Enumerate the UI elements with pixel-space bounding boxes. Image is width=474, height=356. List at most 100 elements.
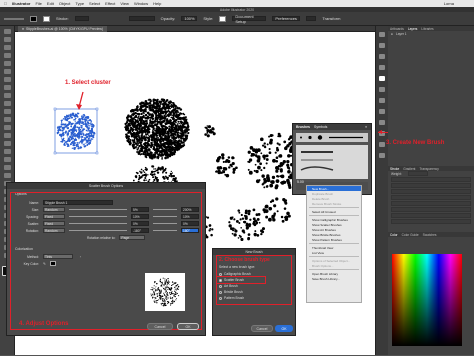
- menu-type[interactable]: Type: [75, 1, 84, 6]
- document-tab[interactable]: × StippleBrushes.ai @ 100% (CMYK/GPU Prev…: [18, 25, 108, 32]
- tab-transparency[interactable]: Transparency: [419, 167, 438, 171]
- pencil-tool-icon[interactable]: [3, 117, 11, 122]
- brush-dot[interactable]: [300, 136, 302, 139]
- rectangle-tool-icon[interactable]: [3, 93, 11, 98]
- menu-window[interactable]: Window: [134, 1, 148, 6]
- curvature-tool-icon[interactable]: [3, 69, 11, 74]
- eye-icon[interactable]: ●: [391, 32, 393, 36]
- shaper-tool-icon[interactable]: [3, 109, 11, 114]
- menu-select-all-unused[interactable]: Select All Unused: [307, 209, 361, 214]
- libraries-icon[interactable]: [379, 43, 385, 48]
- layers-icon[interactable]: [379, 153, 385, 158]
- stroke-option-row[interactable]: [391, 189, 471, 194]
- tab-swatches[interactable]: Swatches: [423, 233, 437, 237]
- lasso-tool-icon[interactable]: [3, 53, 11, 58]
- color-spectrum-picker[interactable]: [392, 254, 462, 346]
- align-icon[interactable]: [306, 16, 317, 21]
- stroke-option-row[interactable]: [391, 201, 471, 206]
- document-setup-button[interactable]: Document Setup: [232, 14, 267, 24]
- close-tab-icon[interactable]: ×: [22, 27, 24, 31]
- ok-button[interactable]: OK: [275, 325, 293, 332]
- stroke-option-row[interactable]: [391, 195, 471, 200]
- scale-tool-icon[interactable]: [3, 141, 11, 146]
- menu-remove-brush-stroke[interactable]: Remove Brush Stroke: [307, 201, 361, 206]
- app-menu[interactable]: Illustrator: [12, 1, 30, 6]
- stroke-option-row[interactable]: [391, 219, 471, 224]
- shape-builder-tool-icon[interactable]: [3, 165, 11, 170]
- tab-symbols[interactable]: Symbols: [314, 125, 327, 129]
- menu-file[interactable]: File: [35, 1, 41, 6]
- line-tool-icon[interactable]: [3, 85, 11, 90]
- apple-icon[interactable]: : [4, 1, 7, 6]
- spacing-max-slider[interactable]: [153, 216, 177, 217]
- tab-stroke[interactable]: Stroke: [390, 167, 399, 171]
- eraser-tool-icon[interactable]: [3, 125, 11, 130]
- brush-dot[interactable]: [317, 135, 323, 140]
- menu-object[interactable]: Object: [59, 1, 71, 6]
- size-min-slider[interactable]: [69, 209, 127, 210]
- user-menu[interactable]: Lorna: [444, 1, 454, 6]
- stroke-icon[interactable]: [379, 98, 385, 103]
- brush-dot[interactable]: [308, 135, 312, 140]
- selection-handle[interactable]: [53, 107, 57, 111]
- pen-tool-icon[interactable]: [3, 61, 11, 66]
- free-transform-tool-icon[interactable]: [3, 157, 11, 162]
- panel-menu-icon[interactable]: ≡: [365, 125, 367, 129]
- magic-wand-tool-icon[interactable]: [3, 45, 11, 50]
- menu-show-pattern[interactable]: Show Pattern Brushes: [307, 237, 361, 242]
- menu-save-brush-library[interactable]: Save Brush Library...: [307, 276, 361, 281]
- menu-view[interactable]: View: [120, 1, 129, 6]
- stroke-swatch[interactable]: [43, 15, 50, 22]
- graphic-style-swatch[interactable]: [219, 15, 227, 22]
- swatches-icon[interactable]: [379, 65, 385, 70]
- brushes-icon[interactable]: [379, 76, 385, 81]
- gradient-icon[interactable]: [379, 109, 385, 114]
- size-max-slider[interactable]: [153, 209, 177, 210]
- selection-handle[interactable]: [95, 151, 99, 155]
- symbols-icon[interactable]: [379, 87, 385, 92]
- properties-icon[interactable]: [379, 32, 385, 37]
- menu-help[interactable]: Help: [153, 1, 161, 6]
- weight-field[interactable]: [407, 171, 428, 176]
- type-tool-icon[interactable]: [3, 77, 11, 82]
- menu-list-view[interactable]: List View: [307, 250, 361, 255]
- stroke-option-row[interactable]: [391, 183, 471, 188]
- tab-color-guide[interactable]: Color Guide: [402, 233, 419, 237]
- graphic-styles-icon[interactable]: [379, 142, 385, 147]
- stroke-weight-field[interactable]: [74, 16, 89, 21]
- stroke-option-row[interactable]: [391, 213, 471, 218]
- tab-color[interactable]: Color: [390, 233, 398, 237]
- variable-width-dropdown[interactable]: [128, 16, 155, 21]
- stroke-option-row[interactable]: [391, 177, 471, 182]
- menu-brush-options[interactable]: Brush Options...: [307, 263, 361, 268]
- cancel-button[interactable]: Cancel: [251, 325, 273, 332]
- preferences-button[interactable]: Preferences: [272, 16, 301, 21]
- opacity-field[interactable]: 100%: [181, 16, 198, 21]
- tab-brushes[interactable]: Brushes: [296, 125, 310, 129]
- tab-libraries[interactable]: Libraries: [421, 27, 433, 31]
- layer-name[interactable]: Layer 1: [396, 32, 407, 36]
- scatter-min-slider[interactable]: [69, 223, 127, 224]
- transform-link[interactable]: Transform: [322, 16, 340, 21]
- selection-tool-icon[interactable]: [3, 29, 11, 34]
- brush-size-value[interactable]: 5.00: [297, 180, 304, 184]
- direct-selection-tool-icon[interactable]: [3, 37, 11, 42]
- transparency-icon[interactable]: [379, 120, 385, 125]
- selection-handle[interactable]: [95, 107, 99, 111]
- rotation-max-slider[interactable]: [153, 230, 177, 231]
- stroke-option-row[interactable]: [391, 207, 471, 212]
- menu-effect[interactable]: Effect: [105, 1, 115, 6]
- rotate-tool-icon[interactable]: [3, 133, 11, 138]
- ok-button[interactable]: OK: [177, 323, 199, 330]
- tab-artboards[interactable]: Artboards: [390, 27, 404, 31]
- tab-gradient[interactable]: Gradient: [403, 167, 415, 171]
- cancel-button[interactable]: Cancel: [147, 323, 173, 330]
- brush-library-area[interactable]: [296, 145, 368, 179]
- spacing-min-slider[interactable]: [69, 216, 127, 217]
- tab-layers[interactable]: Layers: [408, 27, 418, 31]
- rotation-min-slider[interactable]: [69, 230, 127, 231]
- width-tool-icon[interactable]: [3, 149, 11, 154]
- menu-select[interactable]: Select: [89, 1, 100, 6]
- fill-swatch[interactable]: [30, 15, 37, 22]
- selection-handle[interactable]: [53, 151, 57, 155]
